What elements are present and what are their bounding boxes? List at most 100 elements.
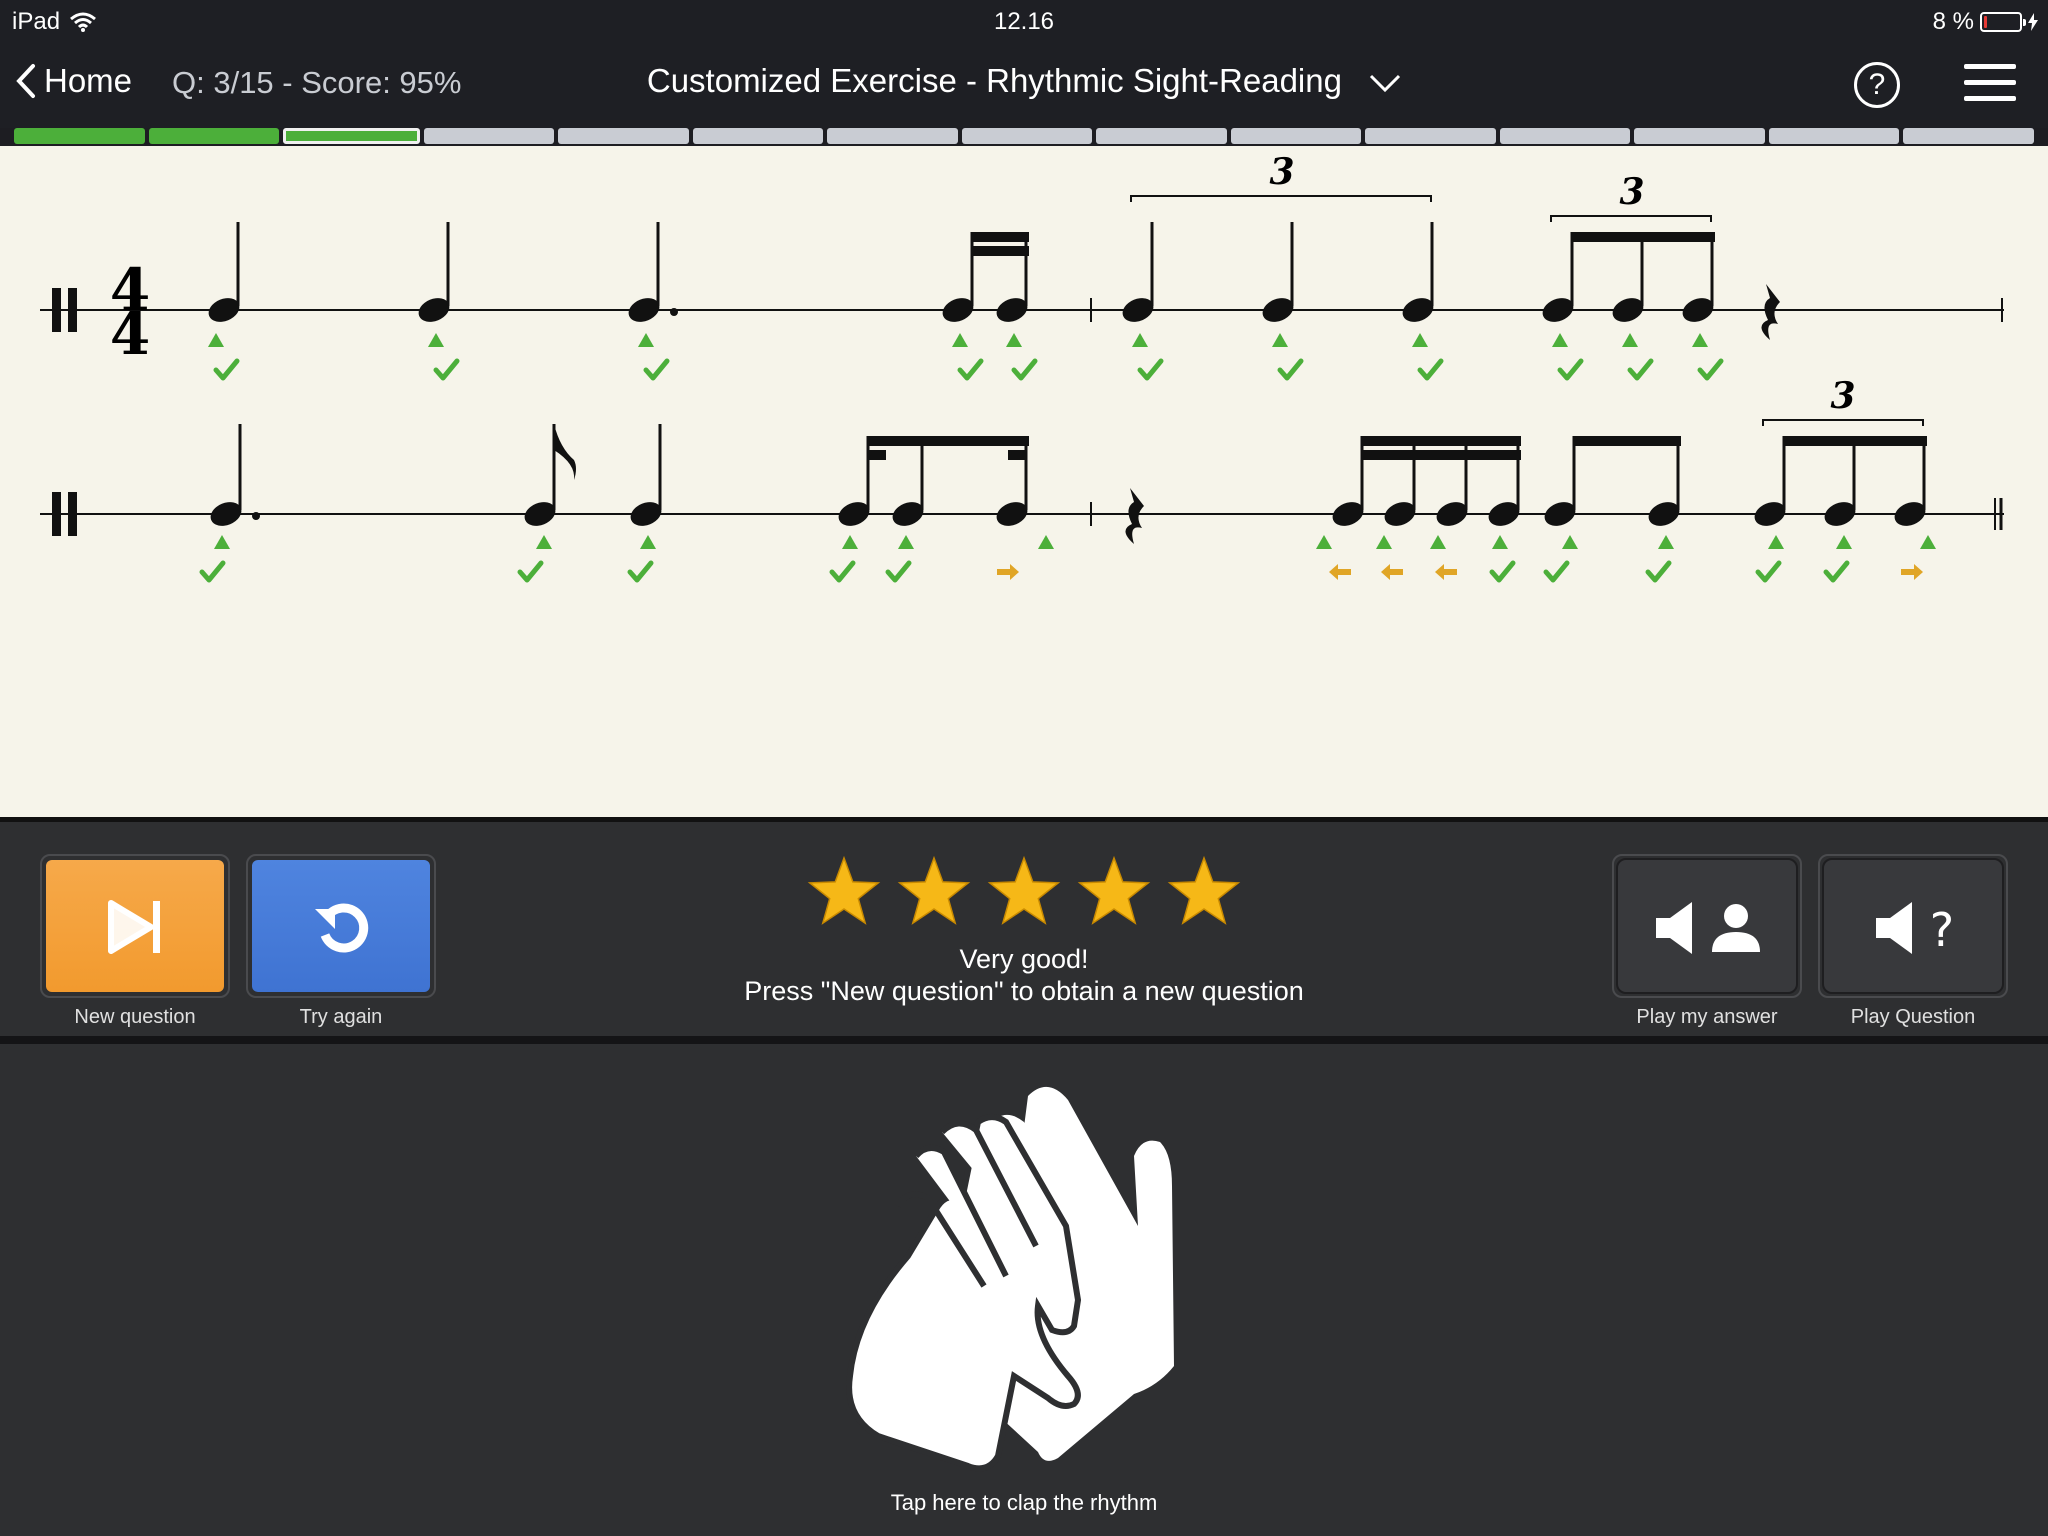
- charging-icon: [2028, 13, 2038, 31]
- beam: [1572, 232, 1715, 242]
- menu-button[interactable]: [1964, 64, 2016, 102]
- staff-1-notes: [208, 222, 1780, 378]
- note: [1544, 436, 1576, 526]
- correct-check-icon: [1826, 563, 1847, 580]
- navigation-bar: Home Q: 3/15 - Score: 95% Customized Exe…: [0, 40, 2048, 128]
- beam: [1574, 436, 1681, 446]
- note: [1542, 232, 1574, 322]
- tap-marker-icon: [208, 333, 224, 347]
- tap-marker-icon: [1132, 333, 1148, 347]
- clap-instruction: Tap here to clap the rhythm: [890, 1490, 1158, 1515]
- play-question-button[interactable]: ?: [1822, 858, 2004, 994]
- correct-check-icon: [1280, 361, 1301, 378]
- note: [1612, 232, 1644, 322]
- tap-marker-icon: [1836, 535, 1852, 549]
- tap-marker-icon: [428, 333, 444, 347]
- beam: [972, 246, 1029, 256]
- progress-segment: [827, 128, 958, 144]
- svg-text:?: ?: [1930, 903, 1954, 957]
- exercise-title: Customized Exercise - Rhythmic Sight-Rea…: [646, 62, 1342, 99]
- rhythm-notation: 4 4 3 3 3: [40, 151, 2004, 816]
- tap-marker-icon: [1622, 333, 1638, 347]
- note: [838, 436, 870, 526]
- tap-marker-icon: [1552, 333, 1568, 347]
- correct-check-icon: [1648, 563, 1669, 580]
- tap-marker-icon: [1658, 535, 1674, 549]
- correct-check-icon: [1560, 361, 1581, 378]
- correct-check-icon: [520, 563, 541, 580]
- try-again-label: Try again: [299, 1006, 383, 1028]
- quarter-rest-icon: [1125, 488, 1144, 544]
- play-my-answer-label: Play my answer: [1636, 1006, 1778, 1028]
- star-icon: [1167, 855, 1241, 925]
- score-area: 4 4 3 3 3: [0, 146, 2048, 822]
- tap-marker-icon: [1316, 535, 1332, 549]
- question-progress-bar: [14, 128, 2034, 144]
- correct-check-icon: [832, 563, 853, 580]
- note: [208, 222, 240, 322]
- progress-segment: [1634, 128, 1765, 144]
- progress-segment: [692, 128, 824, 144]
- note: [1332, 436, 1364, 526]
- speaker-person-icon: [1656, 902, 1760, 954]
- progress-segment: [961, 128, 1093, 144]
- tap-marker-icon: [640, 535, 656, 549]
- correct-check-icon: [1700, 361, 1721, 378]
- play-my-answer-button[interactable]: [1616, 858, 1798, 994]
- tap-marker-icon: [536, 535, 552, 549]
- tap-marker-icon: [1692, 333, 1708, 347]
- tap-marker-icon: [1492, 535, 1508, 549]
- correct-check-icon: [1492, 563, 1513, 580]
- clap-area[interactable]: Tap here to clap the rhythm: [0, 1044, 2048, 1536]
- progress-segment: [1230, 128, 1362, 144]
- tap-marker-icon: [1006, 333, 1022, 347]
- star-icon: [897, 855, 971, 925]
- tuplet-bracket: 3: [1550, 171, 1712, 222]
- progress-segment: [558, 128, 689, 144]
- late-arrow-icon: [1901, 564, 1923, 580]
- progress-segment: [14, 128, 145, 144]
- late-arrow-icon: [997, 564, 1019, 580]
- tap-marker-icon: [1768, 535, 1784, 549]
- tuplet-bracket: 3: [1130, 151, 1432, 202]
- note: [1894, 436, 1926, 526]
- help-button[interactable]: ?: [1854, 62, 1900, 108]
- battery-icon: [1980, 12, 2026, 32]
- correct-check-icon: [1014, 361, 1035, 378]
- speaker-question-icon: ?: [1876, 902, 1954, 957]
- beam: [868, 436, 1029, 446]
- tap-marker-icon: [842, 535, 858, 549]
- note: [630, 424, 662, 526]
- tap-marker-icon: [214, 535, 230, 549]
- note: [1122, 222, 1154, 322]
- correct-check-icon: [1630, 361, 1651, 378]
- question-mark-icon: ?: [1868, 68, 1886, 101]
- staff-2-notes: [202, 424, 1936, 580]
- correct-check-icon: [646, 361, 667, 378]
- chevron-down-icon: [1370, 75, 1401, 93]
- beam: [1362, 450, 1521, 460]
- tap-marker-icon: [1272, 333, 1288, 347]
- progress-segment: [1096, 128, 1227, 144]
- exercise-title-dropdown[interactable]: Customized Exercise - Rhythmic Sight-Rea…: [0, 62, 2048, 100]
- correct-check-icon: [216, 361, 237, 378]
- quarter-rest-icon: [1761, 284, 1780, 340]
- note: [1262, 222, 1294, 322]
- early-arrow-icon: [1329, 564, 1351, 580]
- clapping-hands-icon: [846, 1086, 1174, 1472]
- progress-segment: [423, 128, 555, 144]
- note: [1648, 436, 1680, 526]
- clock: 12.16: [993, 8, 1055, 35]
- early-arrow-icon: [1435, 564, 1457, 580]
- correct-check-icon: [1758, 563, 1779, 580]
- percussion-clef-icon: [52, 492, 61, 536]
- correct-check-icon: [630, 563, 651, 580]
- tuplet-bracket: 3: [1762, 375, 1924, 426]
- star-icon: [987, 855, 1061, 925]
- note: [892, 436, 924, 526]
- note: [1754, 436, 1786, 526]
- progress-segment: [1903, 128, 2034, 144]
- tap-marker-icon: [1920, 535, 1936, 549]
- progress-segment: [283, 128, 420, 144]
- note: [418, 222, 450, 322]
